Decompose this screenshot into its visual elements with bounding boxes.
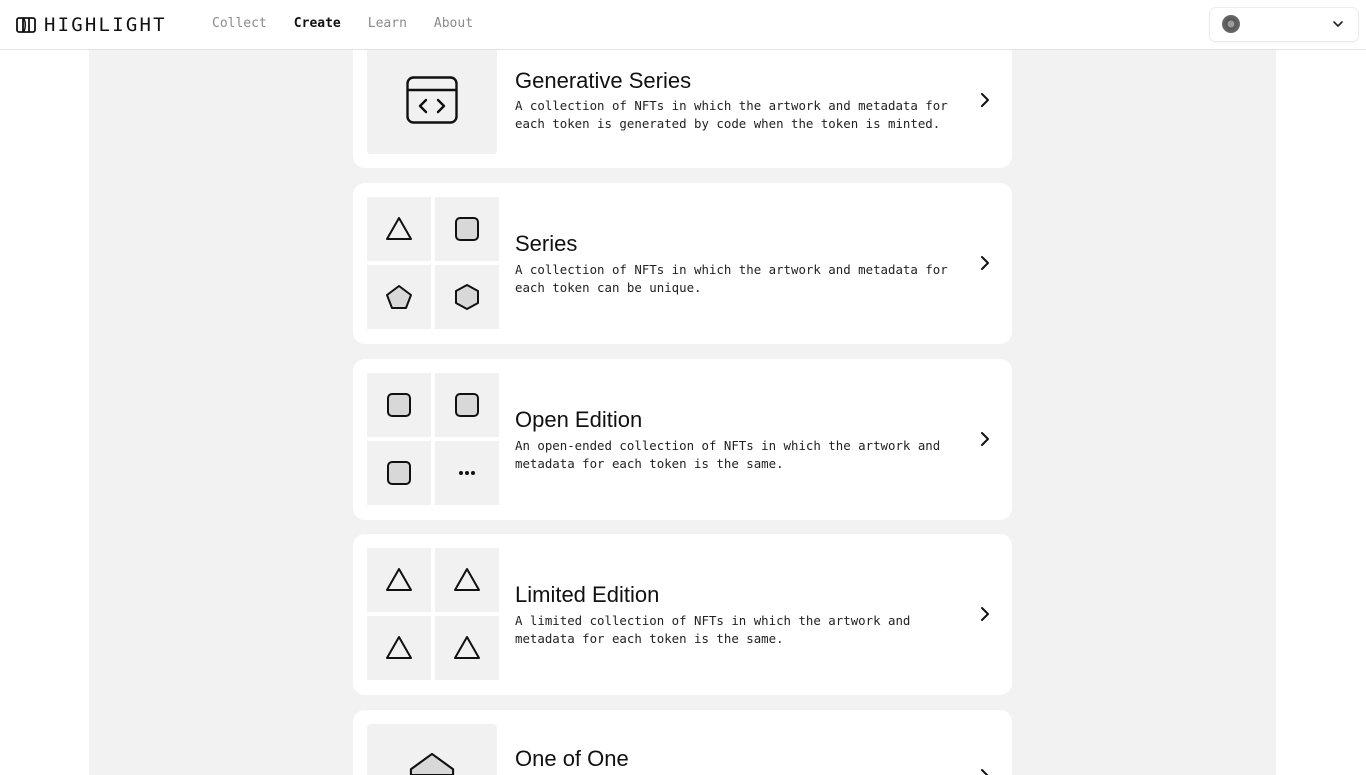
main-nav: Collect Create Learn About — [212, 16, 500, 31]
thumbnail-tile — [367, 616, 431, 680]
brand-name: HIGHLIGHT — [44, 14, 167, 36]
card-title: Generative Series — [515, 68, 692, 93]
card-description: A collection of NFTs in which the artwor… — [515, 98, 948, 131]
thumbnail-tile — [367, 197, 431, 261]
chevron-right-icon — [981, 607, 989, 621]
collection-type-card-generative-series[interactable]: Generative Series A collection of NFTs i… — [353, 34, 1012, 168]
thumbnail-tile — [435, 197, 499, 261]
chevron-right-icon — [981, 769, 989, 775]
card-thumbnail-grid — [367, 373, 499, 505]
square-icon — [387, 393, 411, 417]
highlight-logo-icon — [16, 17, 36, 33]
thumbnail-tile — [367, 548, 431, 612]
chevron-right-icon — [981, 93, 989, 107]
thumbnail-tile — [435, 373, 499, 437]
triangle-icon — [454, 568, 480, 591]
chevron-down-icon — [1333, 21, 1343, 27]
thumbnail-tile — [367, 441, 431, 505]
card-description: A limited collection of NFTs in which th… — [515, 613, 911, 646]
card-title: Series — [515, 231, 578, 256]
ellipsis-icon — [459, 471, 475, 475]
card-thumbnail — [367, 34, 497, 154]
collection-type-card-series[interactable]: Series A collection of NFTs in which the… — [353, 183, 1012, 344]
top-navigation-bar: HIGHLIGHT Collect Create Learn About — [0, 0, 1366, 50]
chevron-right-icon — [981, 432, 989, 446]
collection-type-card-open-edition[interactable]: Open Edition An open-ended collection of… — [353, 359, 1012, 520]
pentagon-icon — [409, 752, 455, 775]
card-description: A collection of NFTs in which the artwor… — [515, 262, 948, 295]
pentagon-icon — [386, 285, 412, 309]
thumbnail-tile — [435, 548, 499, 612]
triangle-icon — [454, 636, 480, 659]
wallet-account-dropdown[interactable] — [1210, 8, 1358, 41]
card-title: One of One — [515, 746, 629, 771]
chevron-right-icon — [981, 256, 989, 270]
triangle-icon — [386, 636, 412, 659]
brand-logo[interactable]: HIGHLIGHT — [16, 13, 167, 37]
card-thumbnail-grid — [367, 548, 499, 680]
card-title: Open Edition — [515, 407, 643, 432]
nav-collect[interactable]: Collect — [212, 16, 267, 31]
square-icon — [455, 393, 479, 417]
collection-type-card-limited-edition[interactable]: Limited Edition A limited collection of … — [353, 534, 1012, 695]
triangle-icon — [386, 568, 412, 591]
thumbnail-tile — [435, 265, 499, 329]
wallet-avatar — [1222, 15, 1240, 33]
triangle-icon — [386, 217, 412, 240]
nav-about[interactable]: About — [434, 16, 473, 31]
thumbnail-tile — [435, 616, 499, 680]
square-icon — [387, 461, 411, 485]
thumbnail-tile — [367, 265, 431, 329]
thumbnail-tile — [367, 373, 431, 437]
thumbnail-tile — [435, 441, 499, 505]
code-window-icon — [406, 76, 458, 124]
card-thumbnail — [367, 724, 497, 775]
card-title: Limited Edition — [515, 582, 660, 607]
square-icon — [455, 217, 479, 241]
nav-create[interactable]: Create — [294, 16, 341, 31]
collection-type-card-one-of-one[interactable]: One of One — [353, 710, 1012, 775]
hexagon-icon — [455, 284, 479, 310]
card-thumbnail-grid — [367, 197, 499, 329]
card-description: An open-ended collection of NFTs in whic… — [515, 438, 941, 471]
nav-learn[interactable]: Learn — [368, 16, 407, 31]
